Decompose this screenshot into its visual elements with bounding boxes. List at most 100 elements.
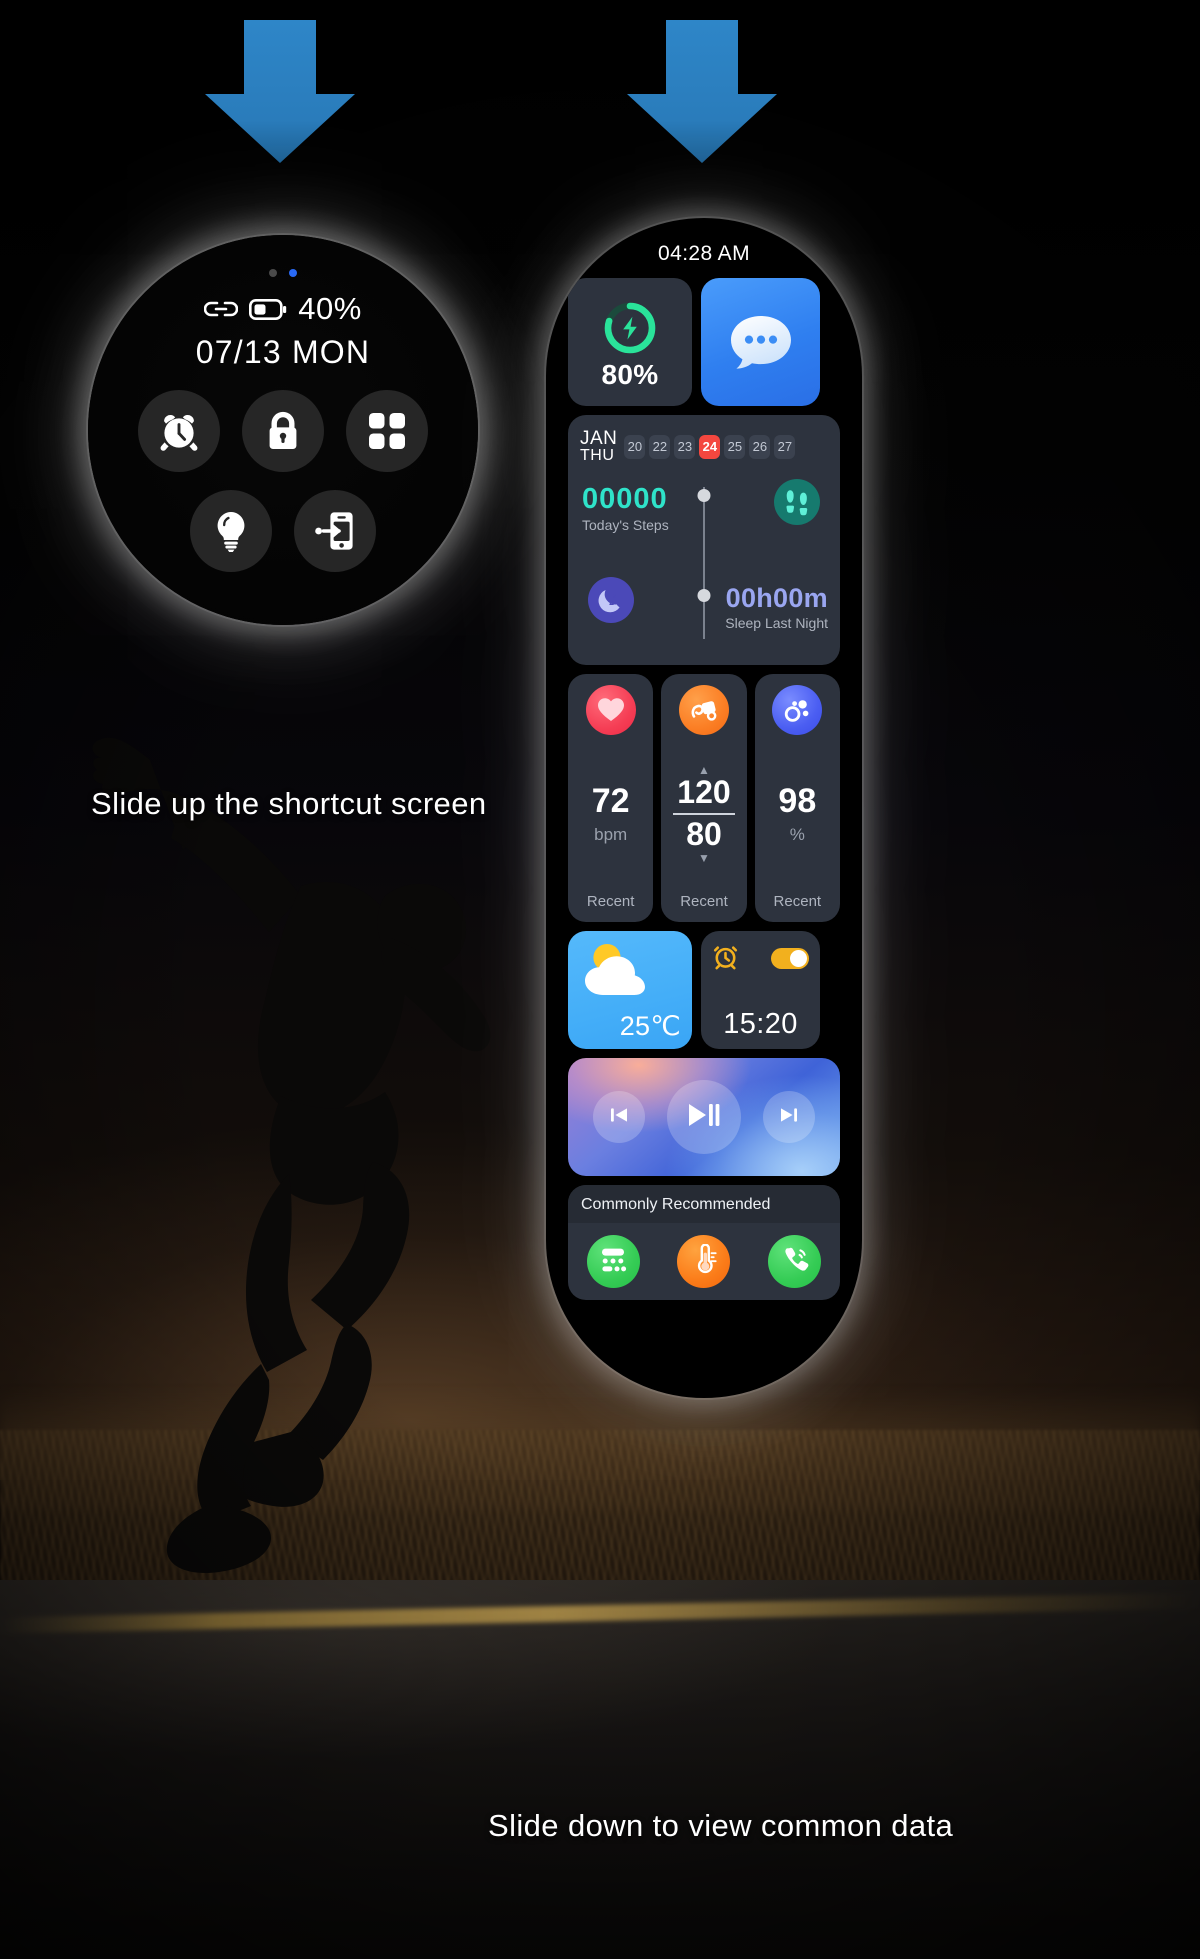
previous-track-button[interactable] — [593, 1091, 645, 1143]
calendar-day[interactable]: 23 — [674, 434, 696, 459]
moon-sleep-icon: z z — [588, 576, 634, 623]
activity-knob-bottom — [697, 588, 711, 602]
heart-rate-value: 72 — [591, 781, 630, 820]
calculator-app[interactable] — [586, 1235, 640, 1288]
weather-alarm-row: 25℃ 15:20 — [568, 931, 840, 1049]
heart-icon — [585, 685, 636, 735]
calendar-day[interactable]: 22 — [649, 434, 671, 459]
heart-rate-footer: Recent — [586, 893, 635, 910]
steps-value: 00000 — [582, 482, 668, 515]
widget-row-top: 80% — [568, 278, 840, 406]
blood-pressure-icon — [678, 685, 729, 735]
alarm-clock-icon — [712, 942, 739, 975]
widget-scroll-list[interactable]: 80% JAN THU 20 22 23 24 25 26 27 00000 T… — [568, 278, 840, 1300]
media-player-widget[interactable] — [568, 1058, 840, 1176]
blood-oxygen-icon — [772, 685, 823, 735]
heart-rate-unit: bpm — [594, 824, 628, 844]
previous-track-icon — [608, 1104, 630, 1131]
data-watch-face[interactable]: 04:28 AM 80% JAN THU 20 22 23 24 25 26 2… — [546, 218, 862, 1398]
steps-label: Today's Steps — [582, 516, 669, 533]
shortcut-row-2 — [88, 490, 478, 572]
lock-icon — [263, 409, 303, 453]
calendar-row: JAN THU 20 22 23 24 25 26 27 — [580, 429, 828, 465]
battery-percent: 40% — [298, 291, 362, 326]
brightness-shortcut[interactable] — [190, 490, 272, 572]
lock-shortcut[interactable] — [242, 390, 324, 472]
phone-icon — [780, 1244, 810, 1279]
recommended-widget[interactable]: Commonly Recommended — [568, 1185, 840, 1300]
thermometer-app[interactable] — [677, 1235, 731, 1288]
alarm-clock-icon — [157, 409, 201, 453]
battery-ring — [601, 299, 659, 357]
apps-grid-icon — [367, 411, 407, 451]
sleep-label: Sleep Last Night — [725, 614, 828, 631]
calendar-month: JAN — [580, 428, 618, 449]
link-icon — [204, 299, 239, 319]
calendar-days[interactable]: 20 22 23 24 25 26 27 — [624, 434, 796, 459]
heart-rate-card[interactable]: 72 bpm Recent — [568, 674, 654, 922]
down-arrow-right — [622, 20, 782, 165]
heart-rate-value-block: 72 bpm — [592, 735, 630, 893]
calendar-day[interactable]: 27 — [774, 434, 796, 459]
activity-body: 00000 Today's Steps z z 00h00m Sleep Las… — [580, 477, 828, 657]
alarm-top-row — [712, 942, 809, 975]
bp-down-caret: ▼ — [698, 850, 710, 865]
calendar-day[interactable]: 25 — [724, 434, 746, 459]
messages-widget[interactable] — [701, 278, 820, 406]
screenshot-stage: 40% 07/13 MON Slide up the shortcut scre… — [0, 0, 1200, 1959]
health-row: 72 bpm Recent ▲ 120 80 ▼ Recent 98 % Rec… — [568, 674, 840, 922]
svg-text:z: z — [609, 597, 614, 608]
light-bulb-icon — [211, 509, 251, 553]
calendar-day[interactable]: 26 — [749, 434, 771, 459]
phone-app[interactable] — [768, 1235, 822, 1288]
blood-oxygen-value: 98 — [778, 781, 817, 820]
recommended-title: Commonly Recommended — [568, 1185, 840, 1223]
play-pause-button[interactable] — [667, 1080, 741, 1154]
alarm-toggle[interactable] — [771, 948, 809, 969]
recommended-apps — [568, 1223, 840, 1288]
find-phone-shortcut[interactable] — [294, 490, 376, 572]
blood-oxygen-footer: Recent — [773, 893, 822, 910]
bp-divider — [672, 813, 735, 815]
next-track-button[interactable] — [763, 1091, 815, 1143]
alarm-shortcut[interactable] — [138, 390, 220, 472]
bp-systolic: 120 — [677, 774, 731, 811]
shortcut-grid — [88, 390, 478, 590]
steps-block: 00000 Today's Steps — [582, 483, 669, 533]
shortcut-row-1 — [88, 390, 478, 472]
page-dot-1 — [269, 269, 277, 277]
sleep-block: 00h00m Sleep Last Night — [725, 583, 828, 631]
calculator-icon — [598, 1244, 628, 1279]
activity-widget[interactable]: JAN THU 20 22 23 24 25 26 27 00000 Today… — [568, 415, 840, 665]
blood-pressure-card[interactable]: ▲ 120 80 ▼ Recent — [661, 674, 747, 922]
blood-oxygen-unit: % — [789, 824, 805, 844]
play-pause-icon — [687, 1101, 721, 1134]
weather-widget[interactable]: 25℃ — [568, 931, 692, 1049]
calendar-day[interactable]: 20 — [624, 434, 646, 459]
activity-knob-top — [697, 488, 711, 502]
caption-right: Slide down to view common data — [488, 1808, 954, 1843]
blood-oxygen-value-block: 98 % — [778, 735, 816, 893]
thermometer-icon — [689, 1243, 719, 1279]
chat-bubble-icon — [727, 312, 795, 372]
next-track-icon — [778, 1104, 800, 1131]
shortcut-watch-face[interactable]: 40% 07/13 MON — [88, 235, 478, 625]
calendar-day-selected[interactable]: 24 — [699, 434, 721, 459]
find-phone-icon — [314, 509, 356, 553]
bp-diastolic: 80 — [686, 816, 722, 852]
calendar-weekday: THU — [580, 447, 615, 465]
weather-temperature: 25℃ — [619, 1011, 681, 1041]
caption-left: Slide up the shortcut screen — [91, 786, 487, 821]
blood-oxygen-card[interactable]: 98 % Recent — [754, 674, 840, 922]
footprints-icon — [774, 478, 820, 525]
battery-widget[interactable]: 80% — [568, 278, 692, 406]
alarm-widget[interactable]: 15:20 — [701, 931, 820, 1049]
battery-icon — [249, 298, 287, 320]
sun-cloud-icon — [579, 939, 653, 1004]
status-row: 40% — [88, 291, 478, 327]
date-display: 07/13 MON — [195, 334, 371, 370]
page-dot-2 — [289, 269, 297, 277]
apps-shortcut[interactable] — [346, 390, 428, 472]
down-arrow-left — [200, 20, 360, 165]
sleep-value: 00h00m — [725, 582, 828, 613]
